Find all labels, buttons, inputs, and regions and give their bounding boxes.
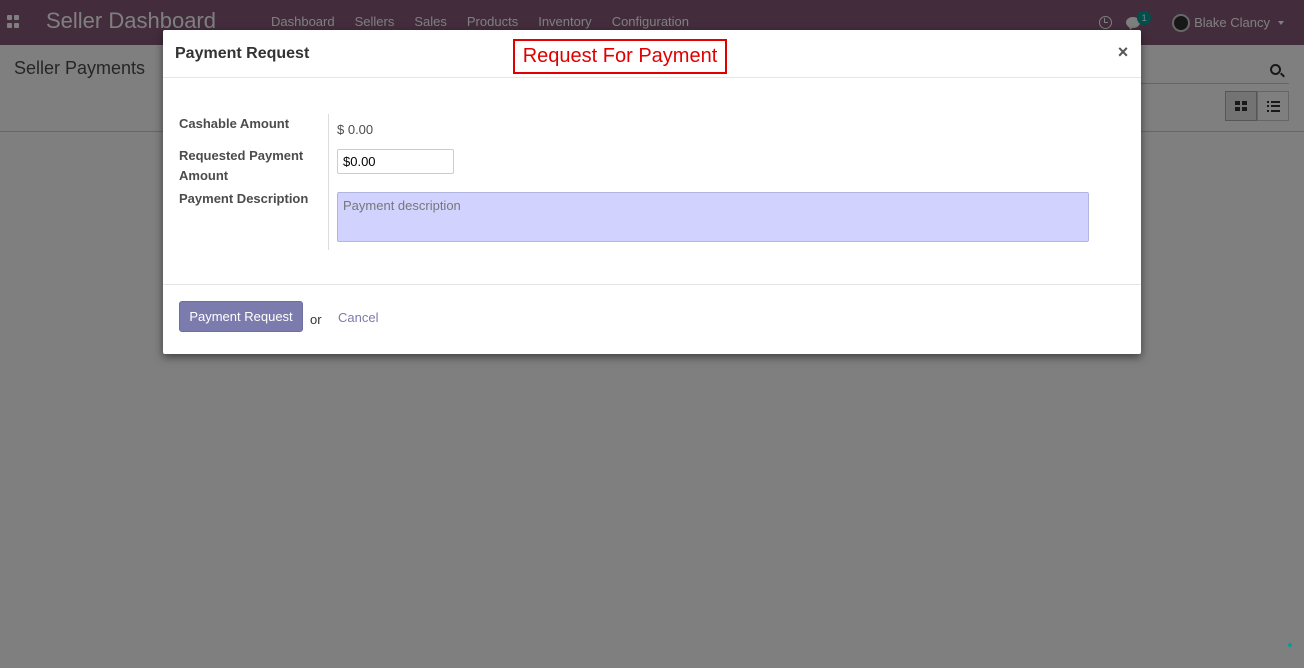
- requested-amount-field[interactable]: [337, 149, 454, 174]
- annotation-callout: Request For Payment: [513, 39, 727, 74]
- dialog-body: Cashable Amount Requested Payment Amount…: [163, 78, 1141, 284]
- dialog-header: Payment Request Request For Payment ×: [163, 30, 1141, 78]
- cancel-button[interactable]: Cancel: [338, 310, 378, 325]
- dialog-title: Payment Request: [175, 45, 310, 62]
- cashable-amount-value: $ 0.00: [337, 122, 374, 137]
- label-separator: [328, 114, 329, 250]
- payment-request-dialog: Payment Request Request For Payment × Ca…: [163, 30, 1141, 354]
- payment-description-label: Payment Description: [179, 191, 309, 206]
- payment-description-field[interactable]: [337, 192, 1089, 242]
- status-dot: [1288, 643, 1292, 647]
- cashable-amount-label: Cashable Amount: [179, 116, 290, 131]
- requested-amount-label: Requested Payment Amount: [179, 148, 304, 183]
- dialog-footer: Payment Request or Cancel: [163, 284, 1141, 354]
- or-separator: or: [310, 312, 322, 327]
- payment-request-button[interactable]: Payment Request: [179, 301, 303, 332]
- close-button[interactable]: ×: [1116, 43, 1130, 61]
